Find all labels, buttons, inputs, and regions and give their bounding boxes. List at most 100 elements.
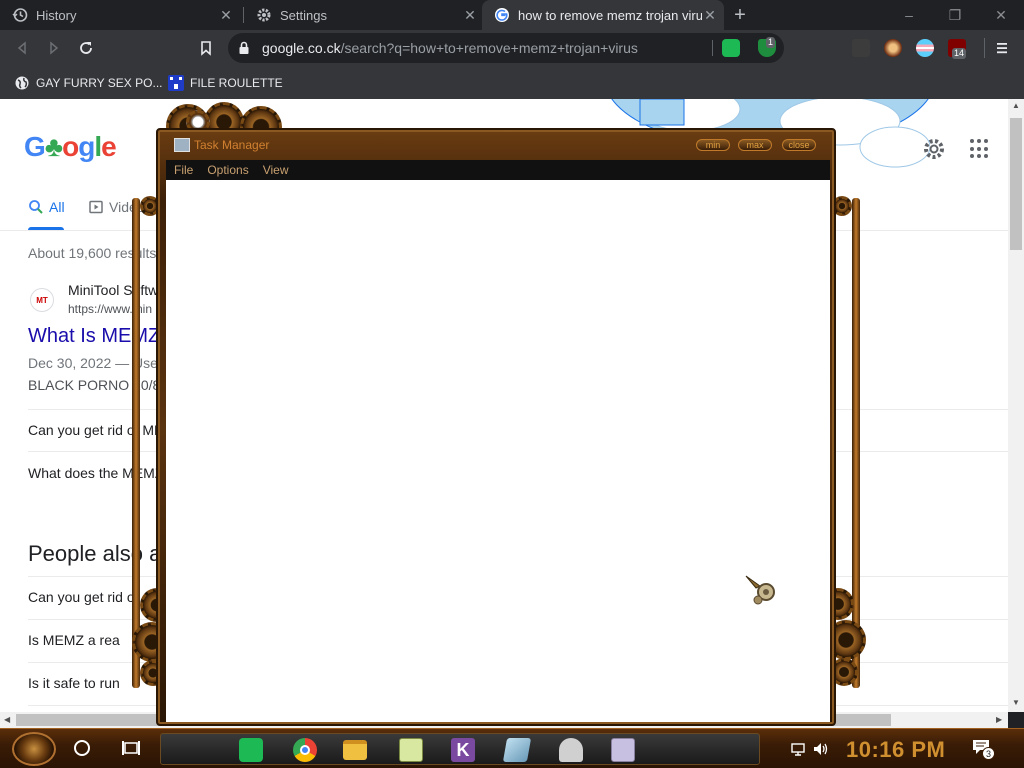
profile-extension-icon[interactable] [884,39,902,57]
pipe-right-decoration [852,198,860,688]
folder-icon[interactable] [343,740,367,760]
cortana-icon[interactable] [74,740,90,756]
people-also-ask-heading: People also a [28,541,162,566]
new-tab-button[interactable]: + [730,5,750,25]
address-bar[interactable]: google.co.ck/search?q=how+to+remove+memz… [228,33,784,63]
site-favicon[interactable]: MT [30,288,54,312]
back-arrow-icon [17,41,26,55]
ublock-badge: 14 [952,48,967,59]
spotify-extension-icon[interactable] [722,39,740,57]
paper-icon[interactable] [502,738,532,762]
paa-question[interactable]: Is it safe to run [28,675,120,691]
bookmarks-bar: GAY FURRY SEX PO... FILE ROULETTE [0,66,1024,99]
tab-settings[interactable]: Settings ✕ [244,0,484,30]
bookmark-icon [201,41,211,56]
video-icon [89,200,103,214]
apps-grid-icon[interactable] [970,139,990,159]
result-snippet: BLACK PORNO 10/8 [28,377,161,393]
back-button[interactable] [12,38,32,58]
gear-icon [256,7,272,23]
bookmark-label: FILE ROULETTE [190,76,283,90]
menu-options[interactable]: Options [207,163,248,177]
scroll-right-arrow-icon[interactable]: ▶ [996,715,1002,724]
task-manager-minimize-button[interactable]: min [696,139,730,151]
close-icon[interactable]: ✕ [702,7,718,23]
ublock-extension-icon[interactable]: 14 [948,39,967,59]
result-title-link[interactable]: What Is MEMZ [28,325,160,348]
browser-toolbar: google.co.ck/search?q=how+to+remove+memz… [0,30,1024,66]
task-manager-close-button[interactable]: close [782,139,816,151]
toolbar-divider [984,38,985,58]
k-app-icon[interactable]: K [451,738,475,762]
url-host: google.co.ck [262,40,341,56]
notepad-icon[interactable] [399,738,423,762]
bookmark-button[interactable] [196,38,216,58]
google-icon [494,7,510,23]
scroll-down-arrow-icon[interactable]: ▼ [1012,698,1020,707]
scroll-up-arrow-icon[interactable]: ▲ [1012,101,1020,110]
bookmark-item[interactable]: GAY FURRY SEX PO... [14,72,163,94]
site-name[interactable]: MiniTool Softw [68,282,158,298]
spotify-icon[interactable] [239,738,263,762]
tab-search[interactable]: how to remove memz trojan virus ✕ [482,0,724,30]
history-icon [12,7,28,23]
notification-center-icon[interactable]: 3 [972,739,995,760]
volume-icon [814,743,828,755]
start-button[interactable] [12,732,56,766]
lock-icon[interactable] [238,41,250,60]
network-icon [791,743,805,756]
task-manager-title: Task Manager [194,138,270,152]
vertical-scroll-thumb[interactable] [1010,118,1022,250]
chrome-icon[interactable] [293,738,317,762]
bookmark-item[interactable]: FILE ROULETTE [168,72,283,94]
reload-button[interactable] [76,38,96,58]
taskbar-clock[interactable]: 10:16 PM [846,737,945,763]
flag-extension-icon[interactable] [916,39,934,57]
forward-arrow-icon [50,41,59,55]
task-manager-content[interactable] [166,180,830,722]
url-text[interactable]: google.co.ck/search?q=how+to+remove+memz… [262,40,638,56]
tab-history-label: History [36,7,77,23]
related-question[interactable]: What does the MEMZ [28,465,163,481]
minimize-button[interactable]: – [886,0,932,30]
menu-view[interactable]: View [263,163,289,177]
dark-extension-icon[interactable] [852,39,870,57]
scroll-left-arrow-icon[interactable]: ◀ [4,715,10,724]
tab-strip: History ✕ Settings ✕ how to remove memz … [0,0,1024,30]
notification-count-badge: 3 [982,747,995,760]
paa-question[interactable]: Is MEMZ a rea [28,632,120,648]
task-manager-icon [174,138,190,152]
taskbar-app-dock: K [160,733,760,765]
search-icon [29,200,43,214]
tab-history[interactable]: History ✕ [0,0,240,30]
related-question[interactable]: Can you get rid of ME [28,422,163,438]
google-logo[interactable]: G♣ogle [24,131,117,163]
tab-search-label: how to remove memz trojan virus [518,7,702,23]
people-icon[interactable] [559,738,583,762]
reload-icon [80,42,92,54]
steampunk-cursor-icon [744,572,780,613]
paa-question[interactable]: Can you get rid of [28,589,139,605]
pipe-left-decoration [132,198,140,688]
search-tab-all[interactable]: All [28,199,65,215]
file-roulette-icon [168,75,184,91]
shield-extension-icon[interactable]: 1 [758,37,776,57]
windows-taskbar: K 10:16 PM 3 [0,728,1024,768]
window-close-button[interactable]: ✕ [978,0,1024,30]
close-icon[interactable]: ✕ [462,7,478,23]
menu-button[interactable] [992,38,1012,58]
settings-gear-icon[interactable] [922,137,946,166]
menu-file[interactable]: File [174,163,193,177]
restore-button[interactable]: ❐ [932,0,978,30]
task-manager-maximize-button[interactable]: max [738,139,772,151]
task-view-icon[interactable] [122,740,140,756]
screenshot-icon[interactable] [611,738,635,762]
bookmark-label: GAY FURRY SEX PO... [36,76,163,90]
screen: History ✕ Settings ✕ how to remove memz … [0,0,1024,768]
shield-extension-badge: 1 [766,37,776,48]
close-icon[interactable]: ✕ [218,7,234,23]
hamburger-menu-icon [997,43,1007,54]
globe-icon [14,75,30,91]
forward-button[interactable] [44,38,64,58]
task-manager-window[interactable]: Task Manager min max close File Options … [156,128,836,726]
